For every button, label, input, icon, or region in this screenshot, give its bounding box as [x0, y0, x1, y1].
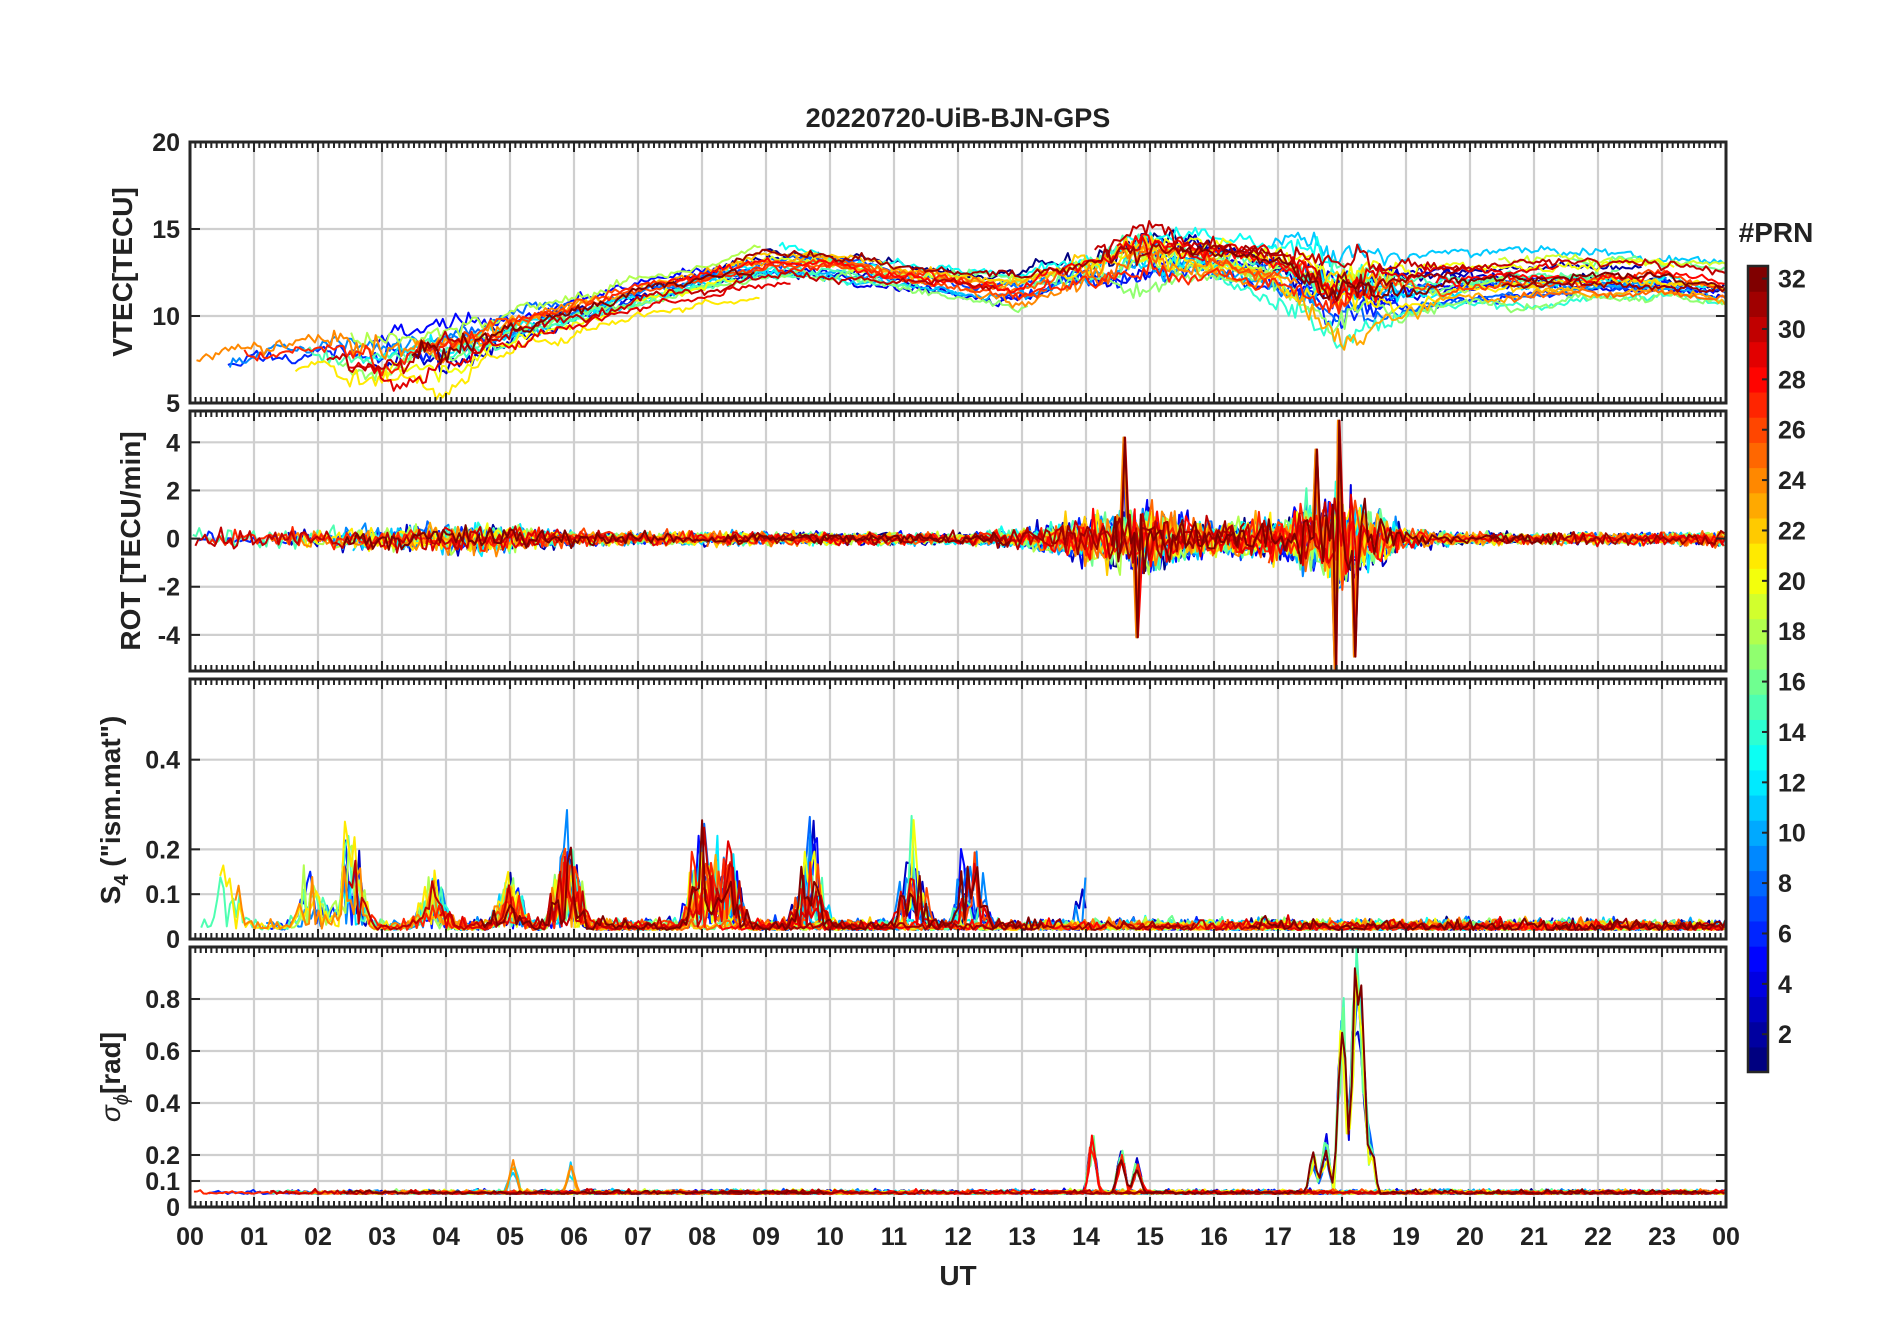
colorbar-band [1748, 794, 1768, 821]
colorbar-tick-label: 6 [1778, 920, 1792, 948]
colorbar-band [1748, 391, 1768, 418]
y-tick-label: 0.4 [145, 747, 180, 775]
colorbar-tick-label: 4 [1778, 971, 1792, 999]
y-tick-label: -2 [158, 574, 180, 602]
y-tick-label: 0.6 [145, 1038, 180, 1066]
colorbar-label: #PRN [1739, 217, 1814, 248]
chart-figure: 20220720-UiB-BJN-GPS VTEC[TECU] 5101520 … [95, 103, 1814, 1291]
colorbar-tick-label: 30 [1778, 316, 1806, 344]
rot-ylabel: ROT [TECU/min] [115, 431, 146, 650]
colorbar-band [1748, 543, 1768, 569]
y-tick-label: 2 [166, 477, 180, 505]
y-tick-label: 0.8 [145, 986, 180, 1014]
x-tick-label: 03 [368, 1223, 396, 1251]
colorbar-tick-label: 32 [1778, 266, 1806, 294]
x-tick-label: 23 [1648, 1223, 1676, 1251]
colorbar-band [1748, 1046, 1768, 1073]
x-tick-label: 00 [1712, 1223, 1740, 1251]
sigma-phi-panel: σϕ[rad] 00.10.2 0.4 0.6 0.8 [95, 945, 1728, 1222]
sigma-phi-ylabel-suffix: [rad] [95, 1032, 126, 1094]
x-tick-label: 10 [816, 1223, 844, 1251]
x-tick-label: 07 [624, 1223, 652, 1251]
y-tick-label: 4 [166, 429, 180, 457]
y-tick-label: 5 [166, 390, 180, 418]
colorbar-band [1748, 946, 1768, 972]
colorbar-tick-label: 10 [1778, 820, 1806, 848]
colorbar-band [1748, 845, 1768, 872]
x-tick-label: 12 [944, 1223, 972, 1251]
colorbar-tick-label: 26 [1778, 417, 1806, 445]
x-tick-label: 14 [1072, 1223, 1100, 1251]
colorbar-band [1748, 643, 1768, 670]
colorbar-tick-label: 2 [1778, 1021, 1792, 1049]
colorbar-band [1748, 744, 1768, 771]
y-tick-label: 0.2 [145, 1142, 180, 1170]
s4-ylabel-main: S [95, 886, 126, 905]
y-tick-label: 10 [152, 303, 180, 331]
x-tick-label: 17 [1264, 1223, 1292, 1251]
x-tick-label: 09 [752, 1223, 780, 1251]
x-tick-label: 15 [1136, 1223, 1164, 1251]
colorbar-tick-label: 18 [1778, 618, 1806, 646]
x-tick-label: 11 [881, 1223, 908, 1251]
colorbar-band [1748, 341, 1768, 368]
y-tick-label: 20 [152, 129, 180, 157]
colorbar-band [1748, 492, 1768, 519]
colorbar-band [1748, 442, 1768, 469]
x-tick-label: 21 [1520, 1223, 1548, 1251]
y-tick-label: 0 [166, 1194, 180, 1222]
x-tick-label: 22 [1584, 1223, 1612, 1251]
colorbar-tick-label: 12 [1778, 769, 1806, 797]
colorbar-tick-label: 16 [1778, 669, 1806, 697]
x-tick-label: 04 [432, 1223, 460, 1251]
y-tick-label: 0.1 [145, 1168, 180, 1196]
x-tick-labels: 00 01 02 03 04 05 06 07 08 09 10 11 12 13 14 15 16 17 18 19… [176, 1223, 1740, 1251]
x-tick-label: 05 [496, 1223, 524, 1251]
rot-panel: ROT [TECU/min] -4 -2 0 2 4 [115, 409, 1728, 673]
vtec-ylabel: VTEC[TECU] [107, 187, 138, 357]
x-tick-label: 16 [1200, 1223, 1228, 1251]
chart-title: 20220720-UiB-BJN-GPS [806, 103, 1111, 133]
x-tick-label: 01 [240, 1223, 268, 1251]
y-tick-label: 15 [152, 216, 180, 244]
x-tick-label: 18 [1328, 1223, 1356, 1251]
colorbar-tick-label: 24 [1778, 467, 1806, 495]
x-tick-label: 08 [688, 1223, 716, 1251]
vtec-panel: VTEC[TECU] 5 10 15 20 [107, 129, 1728, 418]
x-tick-label: 02 [304, 1223, 332, 1251]
colorbar-tick-label: 22 [1778, 517, 1806, 545]
sigma-phi-ylabel-main: σ [95, 1104, 126, 1122]
s4-ylabel: S4 ("ism.mat") [95, 716, 133, 905]
y-tick-label: 0.1 [145, 881, 180, 909]
colorbar-band [1748, 593, 1768, 620]
colorbar-tick-label: 20 [1778, 568, 1806, 596]
colorbar-band [1748, 996, 1768, 1023]
y-tick-label: 0.4 [145, 1090, 180, 1118]
colorbar-tick-label: 14 [1778, 719, 1806, 747]
colorbar-tick-label: 8 [1778, 870, 1792, 898]
sigma-phi-ylabel-sub: ϕ [111, 1094, 133, 1105]
colorbar-band [1748, 694, 1768, 720]
prn-colorbar: #PRN 2468101214161820222426283032 [1739, 217, 1814, 1074]
x-tick-label: 19 [1392, 1223, 1420, 1251]
x-tick-label: 20 [1456, 1223, 1484, 1251]
colorbar-band [1748, 895, 1768, 922]
x-tick-label: 06 [560, 1223, 588, 1251]
x-tick-label: 00 [176, 1223, 204, 1251]
y-tick-label: 0 [166, 926, 180, 954]
x-axis-label: UT [939, 1260, 976, 1291]
colorbar-band [1748, 291, 1768, 317]
y-tick-label: 0 [166, 526, 180, 554]
sigma-phi-ylabel: σϕ[rad] [95, 1032, 133, 1122]
s4-ylabel-suffix: ("ism.mat") [95, 716, 126, 875]
y-tick-label: 0.2 [145, 836, 180, 864]
y-tick-label: -4 [158, 622, 180, 650]
s4-panel: S4 ("ism.mat") 0 0.1 0.2 0.4 [95, 677, 1728, 954]
colorbar-tick-label: 28 [1778, 366, 1806, 394]
x-tick-label: 13 [1008, 1223, 1036, 1251]
